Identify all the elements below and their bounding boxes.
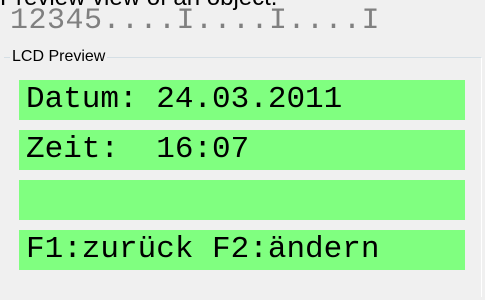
lcd-line-1: Datum: 24.03.2011: [19, 80, 465, 120]
group-title: LCD Preview: [10, 47, 108, 67]
column-ruler: 12345....I....I....I: [10, 4, 381, 38]
lcd-line-2: Zeit: 16:07: [19, 130, 465, 170]
lcd-line-3: [19, 180, 465, 220]
lcd-line-4: F1:zurück F2:ändern: [19, 230, 465, 270]
